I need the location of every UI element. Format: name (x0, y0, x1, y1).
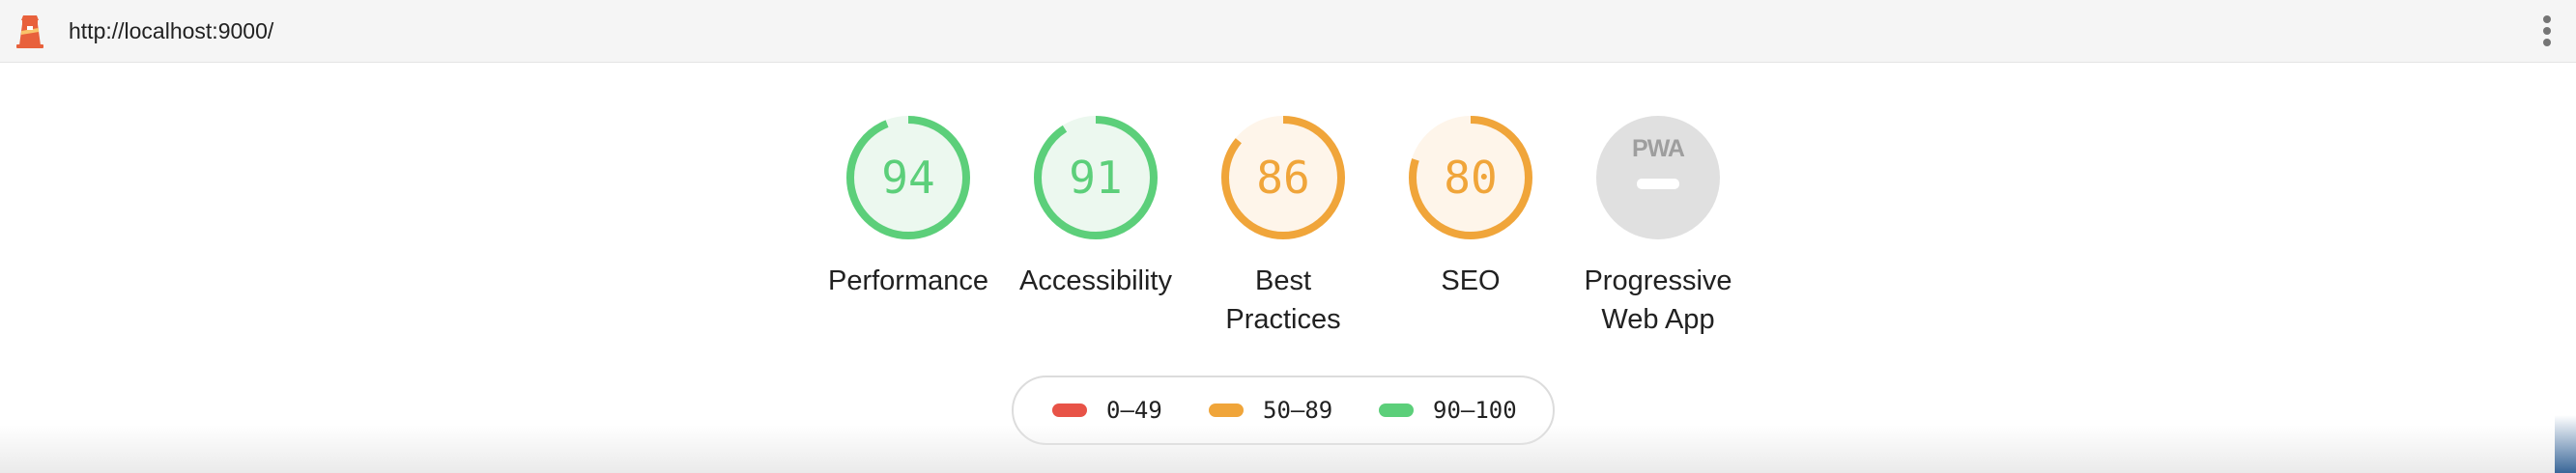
legend-swatch (1379, 403, 1414, 417)
gauge-score: 80 (1444, 152, 1497, 204)
legend-range: 90–100 (1433, 397, 1517, 424)
window-edge (2555, 415, 2576, 473)
gauge-label: Accessibility (1019, 265, 1172, 296)
gauge-ring: 94 (846, 116, 970, 239)
legend-range: 50–89 (1263, 397, 1333, 424)
gauge-seo[interactable]: 80 SEO (1364, 113, 1577, 300)
gauge-ring: 91 (1034, 116, 1158, 239)
gauge-label: Best Practices (1225, 265, 1341, 335)
gauge-score: 91 (1069, 152, 1122, 204)
gauge-label: Performance (827, 265, 988, 296)
gauge-ring: 86 (1221, 116, 1345, 239)
legend-range: 0–49 (1106, 397, 1162, 424)
legend-swatch (1209, 403, 1244, 417)
gauge-label: Progressive Web App (1584, 265, 1732, 335)
gauge-best-practices[interactable]: 86 Best Practices (1177, 113, 1389, 339)
gauge-label: SEO (1441, 265, 1501, 296)
legend-swatch (1052, 403, 1087, 417)
pwa-badge-icon: PWA (1596, 116, 1720, 239)
gauge-pwa[interactable]: PWA Progressive Web App (1552, 113, 1764, 339)
gauge-performance[interactable]: 94 Performance (802, 113, 1015, 300)
bottom-shadow (0, 425, 2576, 473)
gauge-score: 94 (881, 152, 934, 204)
gauge-ring: 80 (1409, 116, 1532, 239)
gauge-score: 86 (1256, 152, 1309, 204)
gauge-accessibility[interactable]: 91 Accessibility (989, 113, 1202, 300)
pwa-badge-text: PWA (1632, 135, 1685, 162)
